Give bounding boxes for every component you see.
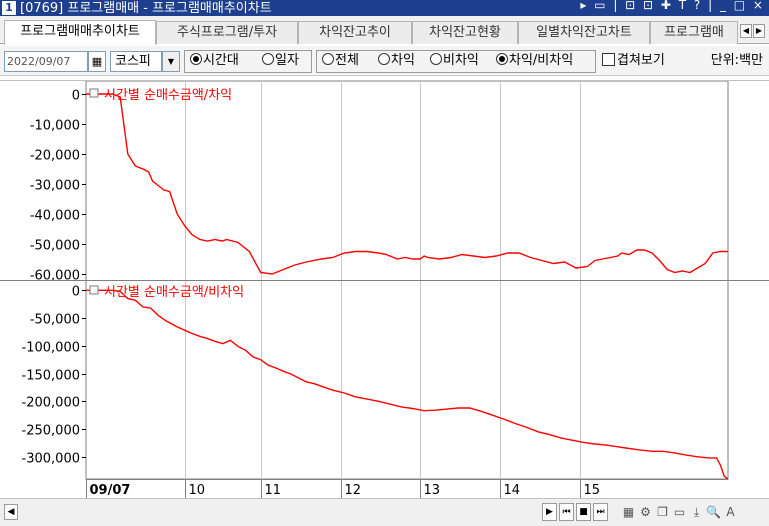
y-tick-label: -60,000	[30, 269, 80, 284]
x-tick-label: 13	[424, 483, 441, 498]
y-tick-label: 0	[72, 285, 80, 300]
radio-period-time[interactable]: 시간대	[190, 52, 239, 70]
radio-type-all[interactable]: 전체	[322, 52, 359, 70]
radio-period-daily[interactable]: 일자	[262, 52, 299, 70]
checkbox-icon	[602, 53, 615, 66]
radio-type-non-arbitrage[interactable]: 비차익	[430, 52, 479, 70]
tab-program-trend-chart[interactable]: 프로그램매매추이차트	[4, 20, 156, 45]
legend-marker-icon	[89, 88, 99, 98]
tab-daily-arbitrage-chart[interactable]: 일별차익잔고차트	[518, 21, 650, 44]
x-tick-label: 10	[189, 483, 206, 498]
text-icon[interactable]: A	[723, 503, 738, 521]
y-tick-label: -10,000	[30, 119, 80, 134]
chart-title: 시간별 순매수금액/비차익	[104, 285, 244, 300]
y-tick-label: -100,000	[22, 341, 80, 356]
tab-arbitrage-balance-trend[interactable]: 차익잔고추이	[298, 21, 412, 44]
stop-button[interactable]: ■	[576, 503, 591, 521]
y-tick-label: -50,000	[30, 313, 80, 328]
tab-stock-program-invest[interactable]: 주식프로그램/투자	[156, 21, 298, 44]
radio-unselected-icon	[430, 53, 442, 65]
tab-program-trading-more[interactable]: 프로그램매	[650, 21, 738, 44]
overlay-checkbox[interactable]: 겹쳐보기	[602, 52, 665, 70]
tab-next-button[interactable]: ▶	[753, 24, 765, 38]
radio-type-arbitrage[interactable]: 차익	[378, 52, 415, 70]
chart-title: 시간별 순매수금액/차익	[104, 88, 232, 103]
x-tick-label: 11	[265, 483, 282, 498]
window-number-badge: 1	[2, 1, 16, 15]
radio-unselected-icon	[262, 53, 274, 65]
y-tick-label: -200,000	[22, 396, 80, 411]
y-tick-label: -30,000	[30, 179, 80, 194]
y-tick-label: -50,000	[30, 239, 80, 254]
toolbar: 2022/09/07 ▦ 코스피 ▼ 시간대 일자 전체 차익 비차익 차익/비…	[0, 46, 769, 76]
chevron-down-icon[interactable]: ▼	[162, 51, 180, 72]
window-icon[interactable]: ❐	[655, 503, 670, 521]
rewind-button[interactable]: ⏮	[559, 503, 574, 521]
gear-icon[interactable]: ⚙	[638, 503, 653, 521]
forward-button[interactable]: ⏭	[593, 503, 608, 521]
radio-selected-icon	[496, 53, 508, 65]
play-button[interactable]: ▶	[542, 503, 557, 521]
chart-area[interactable]: 0 -10,000 -20,000 -30,000 -40,000 -50,000 -60,…	[0, 80, 769, 499]
tab-strip: 프로그램매매추이차트 주식프로그램/투자 차익잔고추이 차익잔고현황 일별차익잔…	[0, 16, 769, 45]
tab-arbitrage-balance-status[interactable]: 차익잔고현황	[412, 21, 518, 44]
ruler-icon[interactable]: ▦	[621, 503, 636, 521]
unit-label: 단위:백만	[710, 53, 763, 68]
window-controls[interactable]: ▸ ▭ | ⊡ ⊡ ✚ T ? | _ □ ×	[580, 0, 765, 12]
x-tick-label: 14	[504, 483, 521, 498]
title-bar: 1 [0769] 프로그램매매 - 프로그램매매추이차트 ▸ ▭ | ⊡ ⊡ ✚…	[0, 0, 769, 16]
bottom-bar: ◀ ▶ ⏮ ■ ⏭ ▦ ⚙ ❐ ▭ ⤓ 🔍 A	[0, 498, 769, 526]
chart-icon[interactable]: ▭	[672, 503, 687, 521]
y-tick-label: -250,000	[22, 424, 80, 439]
y-tick-label: 0	[72, 89, 80, 104]
y-tick-label: -40,000	[30, 209, 80, 224]
radio-unselected-icon	[322, 53, 334, 65]
radio-selected-icon	[190, 53, 202, 65]
y-tick-label: -20,000	[30, 149, 80, 164]
zoom-icon[interactable]: 🔍	[706, 503, 721, 521]
cursor-icon[interactable]: ⤓	[689, 503, 704, 521]
date-input[interactable]: 2022/09/07	[4, 51, 88, 72]
x-tick-label: 09/07	[90, 483, 131, 498]
x-tick-label: 12	[345, 483, 362, 498]
radio-unselected-icon	[378, 53, 390, 65]
y-tick-label: -300,000	[22, 452, 80, 467]
window-title: [0769] 프로그램매매 - 프로그램매매추이차트	[20, 1, 272, 16]
legend-marker-icon	[89, 285, 99, 295]
program-trading-chart[interactable]: 0 -10,000 -20,000 -30,000 -40,000 -50,000 -60,…	[0, 80, 769, 499]
market-select[interactable]: 코스피	[110, 51, 162, 72]
x-tick-label: 15	[584, 483, 601, 498]
y-tick-label: -150,000	[22, 369, 80, 384]
tab-prev-button[interactable]: ◀	[740, 24, 752, 38]
radio-type-arb-nonarb[interactable]: 차익/비차익	[496, 52, 573, 70]
scroll-left-button[interactable]: ◀	[4, 504, 18, 520]
calendar-icon[interactable]: ▦	[88, 51, 106, 72]
